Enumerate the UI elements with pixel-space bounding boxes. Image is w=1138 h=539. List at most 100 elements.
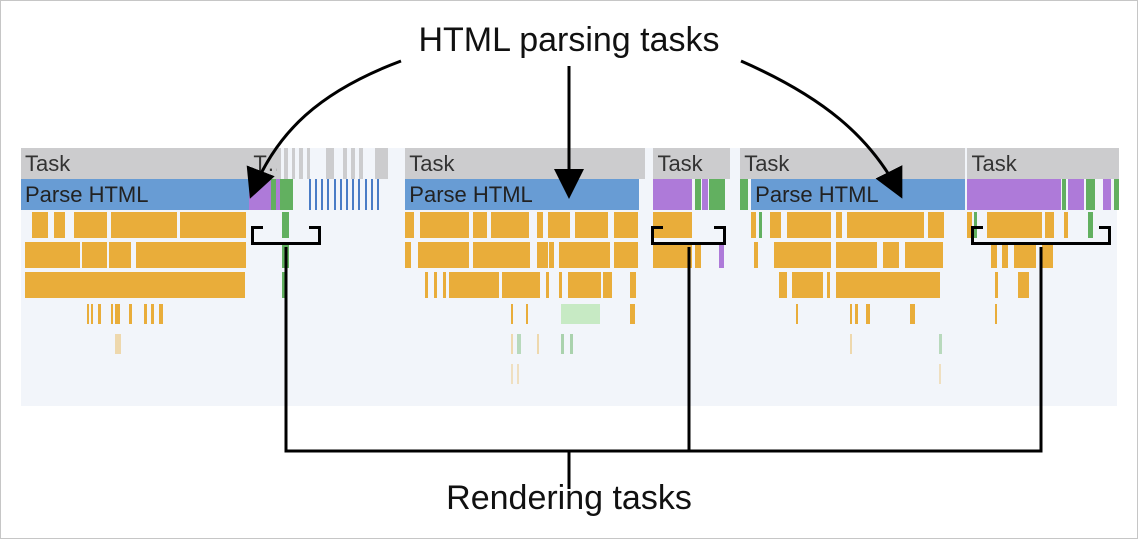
flame-bar — [1018, 272, 1029, 298]
flame-bar — [614, 212, 638, 238]
flame-bar — [98, 304, 101, 324]
parse-segment — [1062, 179, 1066, 210]
task-stripe — [351, 148, 355, 179]
parse-segment — [1068, 179, 1083, 210]
flame-bar — [425, 272, 428, 298]
flame-bar — [850, 304, 852, 324]
flame-bar — [792, 272, 823, 298]
parse-segment — [702, 179, 709, 210]
flame-bar — [991, 242, 998, 268]
flame-bar — [653, 242, 691, 268]
flame-row — [21, 360, 1117, 390]
parse-segment: Parse HTML — [405, 179, 639, 210]
flame-bar — [180, 212, 246, 238]
flame-bar — [282, 272, 286, 298]
bracket — [651, 229, 726, 245]
flame-bar — [695, 242, 700, 268]
thin-blue-stripe — [334, 179, 336, 210]
flame-bar — [159, 304, 162, 324]
flame-bar — [855, 304, 857, 324]
flame-bar — [787, 212, 831, 238]
flame-bar — [568, 272, 601, 298]
flame-bar — [511, 364, 513, 384]
flame-bar — [559, 272, 562, 298]
flame-bar — [770, 212, 781, 238]
thin-blue-stripe — [371, 179, 373, 210]
flame-bar — [87, 304, 89, 324]
flame-row — [21, 330, 1117, 360]
flame-bar — [561, 334, 564, 354]
flame-bar — [418, 242, 469, 268]
flame-bar — [82, 242, 106, 268]
flame-bar — [774, 242, 831, 268]
flame-bar — [754, 242, 757, 268]
flame-bar — [546, 272, 549, 298]
flame-bar — [25, 242, 80, 268]
parse-html-row: Parse HTMLParse HTMLParse HTML — [21, 179, 1117, 210]
flame-bar — [939, 334, 942, 354]
flame-bar — [136, 242, 246, 268]
flame-bar — [473, 212, 486, 238]
flame-bar — [905, 242, 943, 268]
flame-bar — [836, 242, 878, 268]
flame-row — [21, 210, 1117, 240]
task-stripe — [277, 148, 281, 179]
flame-row — [21, 240, 1117, 270]
flame-bar — [548, 212, 570, 238]
top-annotation-label: HTML parsing tasks — [1, 21, 1137, 60]
task-segment: Task — [653, 148, 724, 179]
thin-blue-stripe — [346, 179, 348, 210]
flame-bar — [115, 304, 119, 324]
thin-blue-stripe — [352, 179, 354, 210]
flame-bar — [759, 212, 762, 238]
flame-bar — [549, 242, 553, 268]
flame-bar — [405, 242, 410, 268]
flame-bar — [511, 334, 513, 354]
task-stripe — [299, 148, 303, 179]
flame-bar — [603, 272, 612, 298]
parse-segment — [967, 179, 1060, 210]
task-segment: Task — [967, 148, 1119, 179]
flame-bar — [850, 334, 852, 354]
flame-bar — [836, 272, 940, 298]
flame-bar — [866, 304, 869, 324]
flame-bar — [630, 304, 634, 324]
flame-bar — [54, 212, 65, 238]
flame-bar — [74, 212, 107, 238]
flame-bar — [443, 272, 446, 298]
thin-blue-stripe — [358, 179, 360, 210]
task-segment — [326, 148, 334, 179]
task-segment: Task — [21, 148, 249, 179]
thin-blue-stripe — [340, 179, 342, 210]
flame-bar — [144, 304, 147, 324]
flame-bar — [115, 334, 120, 354]
flame-bar — [836, 212, 843, 238]
flame-bar — [405, 212, 414, 238]
flame-bar — [109, 242, 131, 268]
flame-bar — [561, 304, 599, 324]
parse-segment — [1103, 179, 1112, 210]
flame-bar — [537, 242, 548, 268]
flame-bar — [111, 304, 113, 324]
flame-bar — [434, 272, 437, 298]
task-segment: Task — [405, 148, 639, 179]
flame-bar — [129, 304, 132, 324]
thin-blue-stripe — [377, 179, 379, 210]
flame-bar — [575, 212, 608, 238]
flame-bar — [517, 334, 520, 354]
flame-bar — [751, 212, 755, 238]
diagram-frame: HTML parsing tasks Rendering tasks TaskT… — [0, 0, 1138, 539]
thin-blue-stripe — [327, 179, 329, 210]
parse-segment — [740, 179, 748, 210]
parse-segment — [695, 179, 700, 210]
flame-bar — [1014, 242, 1036, 268]
thin-blue-stripe — [365, 179, 367, 210]
flame-bar — [537, 212, 542, 238]
flame-bar — [473, 242, 530, 268]
flame-bar — [526, 304, 528, 324]
parse-segment — [1114, 179, 1119, 210]
task-stripe — [284, 148, 288, 179]
task-stripe — [292, 148, 296, 179]
task-segment — [725, 148, 730, 179]
flame-bar — [517, 364, 519, 384]
